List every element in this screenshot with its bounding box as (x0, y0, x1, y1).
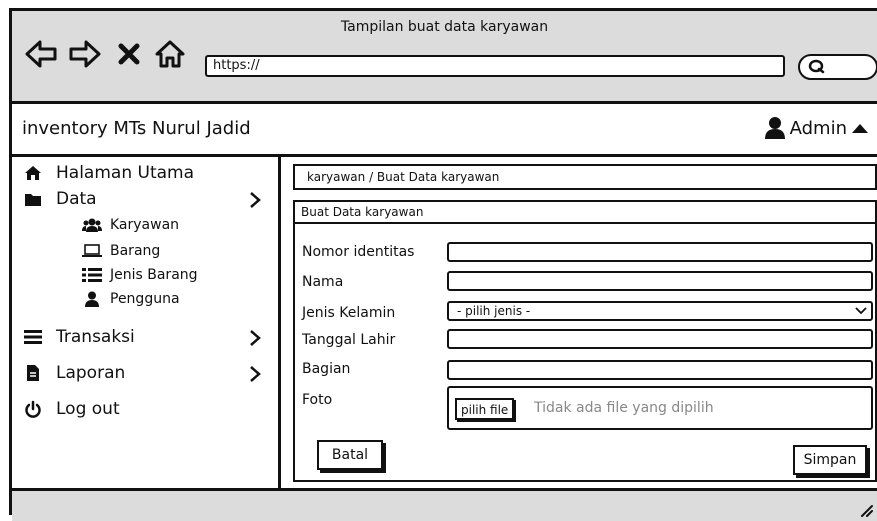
sidebar-item-laporan[interactable]: Laporan (24, 363, 274, 383)
browser-toolbar: Tampilan buat data karyawan https:// (12, 11, 877, 104)
list-icon (82, 267, 102, 283)
list-icon (24, 329, 42, 345)
sidebar-item-label: Halaman Utama (56, 163, 195, 183)
user-name: Admin (789, 117, 847, 139)
save-button[interactable]: Simpan (793, 445, 867, 475)
home-icon (24, 165, 42, 181)
url-bar[interactable]: https:// (205, 55, 785, 77)
label-jenis-kelamin: Jenis Kelamin (302, 305, 396, 321)
status-bar (12, 488, 877, 521)
sidebar-subitem-label: Karyawan (110, 217, 180, 233)
jenis-kelamin-selected: - pilih jenis - (457, 304, 531, 318)
sidebar-item-label: Log out (56, 399, 120, 419)
tanggal-lahir-input[interactable] (447, 329, 873, 349)
breadcrumb: karyawan / Buat Data karyawan (293, 164, 877, 190)
chevron-right-icon[interactable] (249, 365, 261, 383)
search-icon[interactable] (808, 59, 826, 75)
bagian-input[interactable] (447, 360, 873, 380)
form-panel: Buat Data karyawan Nomor identitas Nama … (293, 200, 877, 482)
users-icon (82, 217, 102, 233)
sidebar-item-label: Transaksi (56, 327, 135, 347)
folder-icon (24, 191, 42, 207)
label-tanggal-lahir: Tanggal Lahir (302, 332, 396, 348)
sidebar-subitem-label: Jenis Barang (110, 267, 198, 283)
nama-input[interactable] (447, 271, 873, 291)
jenis-kelamin-select[interactable]: - pilih jenis - (447, 301, 873, 321)
sidebar-item-data[interactable]: Data (24, 189, 274, 209)
chevron-down-icon (855, 302, 867, 318)
label-foto: Foto (302, 392, 333, 408)
file-icon (24, 364, 42, 382)
home-outline-icon[interactable] (154, 39, 186, 69)
close-x-icon[interactable] (118, 43, 140, 65)
sidebar-subitem-barang[interactable]: Barang (82, 243, 160, 259)
chevron-right-icon[interactable] (249, 191, 261, 209)
user-icon (82, 291, 102, 307)
sidebar-item-label: Data (56, 189, 97, 209)
sidebar-subitem-jenis-barang[interactable]: Jenis Barang (82, 267, 198, 283)
cancel-button[interactable]: Batal (317, 440, 383, 470)
label-bagian: Bagian (302, 361, 351, 377)
nomor-identitas-input[interactable] (447, 242, 873, 262)
label-nomor-identitas: Nomor identitas (302, 244, 415, 260)
label-nama: Nama (302, 274, 344, 290)
sidebar-subitem-karyawan[interactable]: Karyawan (82, 217, 179, 233)
search-box[interactable] (798, 54, 877, 80)
sidebar: Halaman Utama Data Karyawan Barang Jenis… (12, 157, 281, 488)
sidebar-subitem-label: Barang (110, 243, 161, 259)
window-title: Tampilan buat data karyawan (340, 19, 549, 35)
form-title: Buat Data karyawan (295, 202, 875, 224)
sidebar-item-halaman-utama[interactable]: Halaman Utama (24, 163, 194, 183)
back-arrow-icon[interactable] (24, 39, 58, 69)
app-title: inventory MTs Nurul Jadid (22, 118, 251, 139)
user-icon (764, 116, 786, 140)
app-header: inventory MTs Nurul Jadid Admin (12, 104, 877, 157)
sidebar-item-transaksi[interactable]: Transaksi (24, 327, 274, 347)
file-status-text: Tidak ada file yang dipilih (534, 400, 714, 416)
foto-file-input[interactable]: pilih file Tidak ada file yang dipilih (447, 386, 873, 430)
forward-arrow-icon[interactable] (68, 39, 102, 69)
sidebar-subitem-pengguna[interactable]: Pengguna (82, 291, 180, 307)
sidebar-item-label: Laporan (56, 363, 126, 383)
choose-file-button[interactable]: pilih file (455, 398, 515, 420)
power-icon (24, 400, 42, 418)
sidebar-item-log-out[interactable]: Log out (24, 399, 120, 419)
chevron-right-icon[interactable] (249, 329, 261, 347)
laptop-icon (82, 244, 102, 258)
user-menu[interactable]: Admin (764, 116, 869, 140)
browser-window: Tampilan buat data karyawan https:// inv… (9, 8, 877, 521)
caret-up-icon[interactable] (851, 122, 869, 134)
sidebar-subitem-label: Pengguna (110, 291, 180, 307)
